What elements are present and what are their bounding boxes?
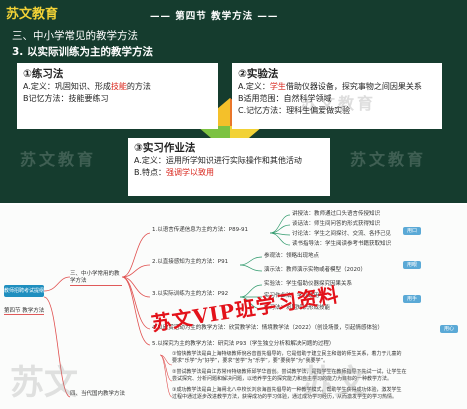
tag-heart: 用心 [440, 325, 459, 333]
feature-text: B.特点： [134, 168, 167, 177]
leaf-lecture-method: 讲授法：教师通过口头语言传授知识 [292, 211, 381, 217]
leaf-reading-method: 读书指导法：学生阅读参考书籍获取知识 [292, 241, 392, 247]
leaf-conversation-method: 谈话法：师生间问答的形式获得知识 [292, 221, 381, 227]
leaf-discussion-method: 讨论法：学生之间探讨、交流、各抒己见 [292, 231, 392, 237]
practice-method-definition: A.定义：巩固知识、形成技能的方法 [23, 81, 214, 93]
internship-method-feature: B.特点：强调学以致用 [134, 167, 326, 179]
branch-perception-methods: 2.以直接感知为主的方法：P91 [152, 259, 229, 265]
brand-logo-text: 苏文教育 [6, 7, 59, 22]
branch-domestic-methods: 四、当代国内教学方法 [70, 391, 126, 397]
watermark: 苏文 [300, 363, 368, 403]
mind-map: 教师招聘考试提纲 第四节 教学方法 三、中小学常用的教学方法 1.以语言传递信息… [0, 205, 467, 409]
definition-highlight: 学生 [269, 82, 286, 91]
tag-hand: 用手 [403, 295, 422, 303]
experiment-method-title: ②实验法 [238, 68, 279, 80]
watermark: 苏文教育 [350, 150, 427, 169]
tag-mouth: 用口 [403, 227, 422, 235]
watermark: 苏文教育 [20, 150, 97, 169]
practice-method-memory: B记忆方法：技能要练习 [23, 94, 109, 103]
branch-inquiry-methods: 5.以探究为主的教学方法：研究法 P93（学生独立分析和解决问题的过程） [152, 341, 335, 347]
definition-text: A.定义：巩固知识、形成 [23, 82, 111, 91]
section-title: —— 第四节 教学方法 —— [150, 11, 279, 22]
mind-map-chapter: 三、中小学常用的教学方法 [70, 271, 122, 286]
practice-method-box: ①练习法 A.定义：巩固知识、形成技能的方法 B记忆方法：技能要练习 [17, 63, 218, 129]
mind-map-section: 第四节 教学方法 [4, 308, 45, 315]
mind-map-root: 教师招聘考试提纲 [4, 285, 44, 297]
internship-method-title: ③实习作业法 [134, 142, 196, 154]
practice-method-title: ①练习法 [23, 68, 64, 80]
internship-method-box: ③实习作业法 A.定义：运用所学知识进行实际操作和其他活动 B.特点：强调学以致… [128, 138, 330, 196]
slide-heading-2: 三、中小学常见的教学方法 [12, 30, 138, 42]
branch-language-methods: 1.以语言传递信息为主的方法：P89-91 [152, 227, 249, 233]
tag-eye: 用眼 [403, 261, 422, 269]
definition-highlight: 技能 [110, 82, 127, 91]
slide-heading-3: 3. 以实际训练为主的教学方法 [12, 46, 153, 58]
lecture-slide: 苏文教育 —— 第四节 教学方法 —— 三、中小学常见的教学方法 3. 以实际训… [0, 0, 467, 203]
feature-highlight: 强调学以致用 [166, 168, 215, 177]
internship-method-definition: A.定义：运用所学知识进行实际操作和其他活动 [134, 156, 302, 165]
definition-text: 的方法 [126, 82, 151, 91]
leaf-demonstration-method: 演示法：教师演示实物或者模型（2020） [264, 267, 366, 273]
watermark: 苏文教育 [300, 94, 377, 113]
definition-text: A.定义： [238, 82, 270, 91]
watermark: 苏文 [10, 363, 78, 403]
leaf-visit-method: 参观法：领略出现地点 [264, 253, 320, 259]
